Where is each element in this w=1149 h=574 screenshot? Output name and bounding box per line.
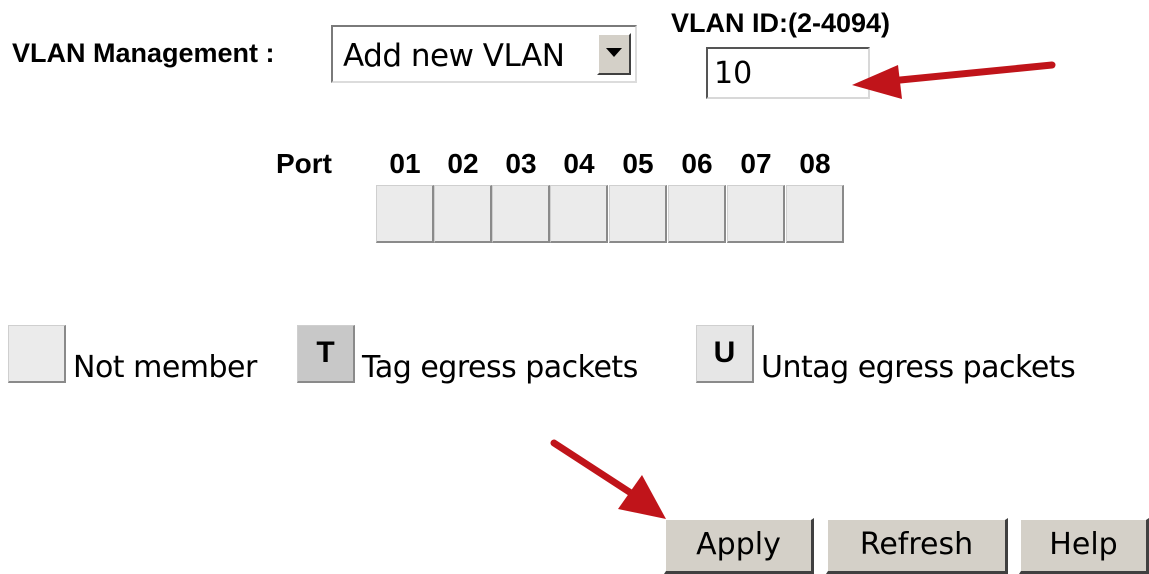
port-number: 02: [447, 148, 479, 179]
vlan-id-label: VLAN ID:(2-4094): [671, 8, 891, 38]
port-number: 08: [799, 148, 831, 179]
dropdown-arrow-icon[interactable]: [597, 33, 631, 75]
legend-tag-letter: T: [316, 336, 335, 369]
legend-untag-label: Untag egress packets: [761, 350, 1076, 385]
port-number: 01: [389, 148, 421, 179]
vlan-id-input[interactable]: [706, 47, 870, 99]
port-06-membership-toggle[interactable]: [668, 185, 726, 243]
port-01-membership-toggle[interactable]: [376, 185, 434, 243]
annotation-arrow-icon: [550, 439, 666, 519]
legend-tag-label: Tag egress packets: [362, 350, 638, 385]
port-number: 04: [563, 148, 595, 179]
legend-not-member-swatch: [8, 325, 66, 383]
legend-untag-swatch: U: [696, 325, 754, 383]
legend-tag-swatch: T: [297, 325, 355, 383]
refresh-button[interactable]: Refresh: [826, 518, 1008, 574]
vlan-management-selected-value: Add new VLAN: [343, 38, 565, 74]
port-number: 05: [622, 148, 654, 179]
port-03-membership-toggle[interactable]: [492, 185, 550, 243]
annotation-arrow-icon: [852, 61, 1056, 99]
port-04-membership-toggle[interactable]: [550, 185, 608, 243]
apply-button[interactable]: Apply: [664, 518, 814, 574]
port-label: Port: [276, 148, 332, 179]
port-08-membership-toggle[interactable]: [786, 185, 844, 243]
port-number: 07: [740, 148, 772, 179]
port-07-membership-toggle[interactable]: [727, 185, 785, 243]
help-button[interactable]: Help: [1019, 518, 1149, 574]
vlan-management-select[interactable]: Add new VLAN: [331, 25, 637, 83]
vlan-management-label: VLAN Management :: [12, 38, 275, 68]
port-02-membership-toggle[interactable]: [434, 185, 492, 243]
legend-untag-letter: U: [713, 336, 736, 369]
port-05-membership-toggle[interactable]: [609, 185, 667, 243]
port-number: 06: [681, 148, 713, 179]
legend-not-member-label: Not member: [73, 350, 257, 385]
port-number: 03: [505, 148, 537, 179]
